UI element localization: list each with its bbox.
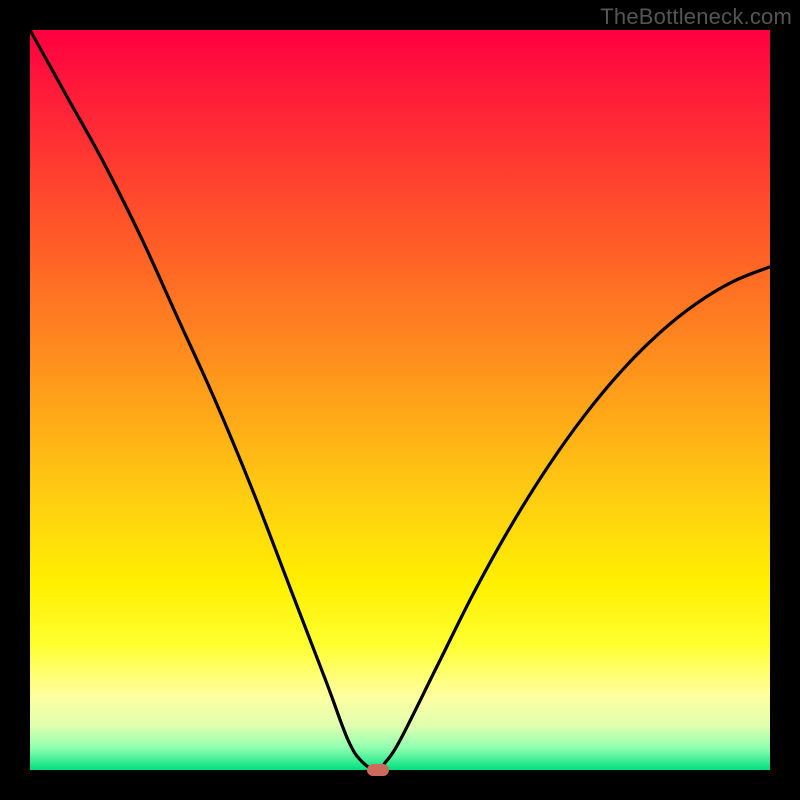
plot-area [30, 30, 770, 770]
watermark-text: TheBottleneck.com [600, 4, 792, 30]
chart-frame: TheBottleneck.com [0, 0, 800, 800]
curve-layer [30, 30, 770, 770]
bottleneck-curve [30, 30, 770, 770]
optimal-marker [367, 764, 389, 776]
